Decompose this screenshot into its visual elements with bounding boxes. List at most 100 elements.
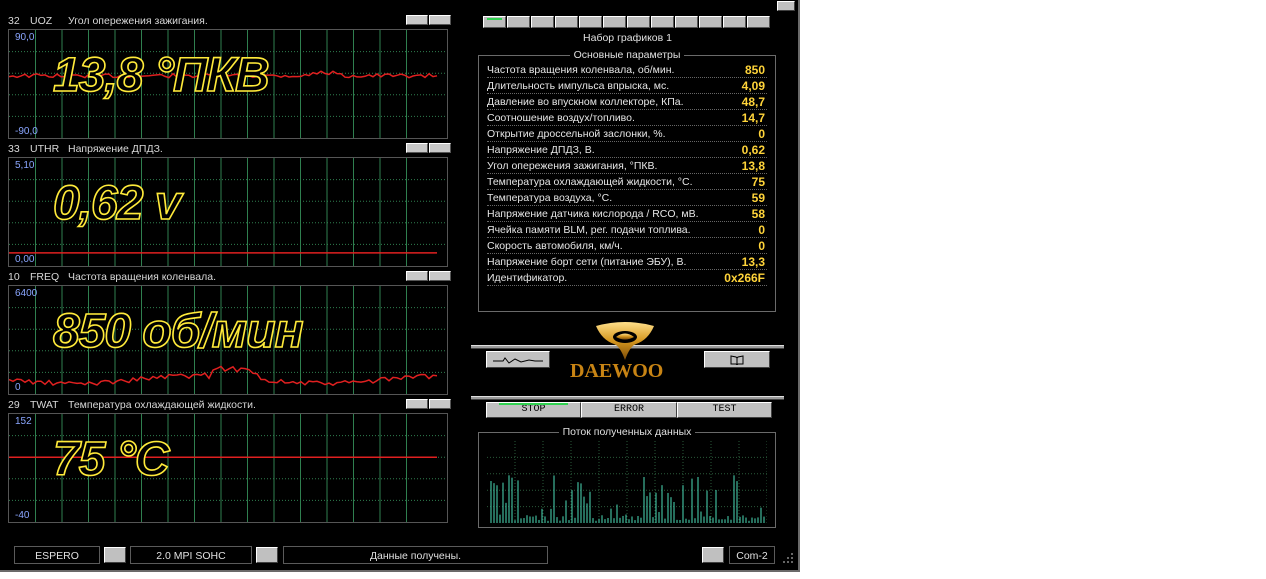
param-label: Частота вращения коленвала, об/мин.	[487, 64, 675, 76]
waveform-icon	[493, 357, 543, 364]
param-row: Ячейка памяти BLM, рег. подачи топлива. 0	[487, 223, 767, 239]
gauge-config-button[interactable]	[406, 15, 428, 25]
gauge-header: 10 FREQ Частота вращения коленвала.	[4, 270, 452, 284]
y-min-label: 0	[15, 382, 21, 393]
gauge-big-value: 0,62 v	[52, 176, 182, 231]
param-row: Соотношение воздух/топливо. 14,7	[487, 111, 767, 127]
param-value: 48,7	[741, 95, 765, 109]
graph-set-button-9[interactable]	[675, 16, 698, 28]
graph-set-button-12[interactable]	[747, 16, 770, 28]
param-label: Скорость автомобиля, км/ч.	[487, 240, 623, 252]
graph-set-button-4[interactable]	[555, 16, 578, 28]
data-stream-title: Поток полученных данных	[558, 426, 696, 438]
graph-set-button-10[interactable]	[699, 16, 722, 28]
gauge-uoz: 32 UOZ Угол опережения зажигания. 90,0 -90,0…	[4, 14, 452, 142]
param-value: 75	[751, 175, 765, 189]
status-message: Данные получены.	[283, 546, 548, 564]
gauge-scale-button[interactable]	[429, 399, 451, 409]
graph-set-button-6[interactable]	[603, 16, 626, 28]
gauge-plot: 90,0 -90,0 13,8 °ПКВ	[8, 29, 448, 139]
param-row: Идентификатор. 0x266F	[487, 271, 767, 287]
param-value: 0	[758, 127, 765, 141]
gauge-big-value: 850 об/мин	[52, 304, 304, 359]
gauge-id: 10	[8, 271, 20, 283]
param-label: Идентификатор.	[487, 272, 568, 284]
param-label: Длительность импульса впрыска, мс.	[487, 80, 670, 92]
param-row: Напряжение борт сети (питание ЭБУ), В. 13…	[487, 255, 767, 271]
stop-button[interactable]: STOP	[486, 402, 581, 418]
param-label: Температура воздуха, °С.	[487, 192, 613, 204]
gauge-plot: 6400 0 850 об/мин	[8, 285, 448, 395]
gauge-scale-button[interactable]	[429, 15, 451, 25]
y-min-label: 0,00	[15, 254, 35, 265]
param-row: Температура охлаждающей жидкости, °С. 75	[487, 175, 767, 191]
param-row: Частота вращения коленвала, об/мин. 850	[487, 63, 767, 79]
param-label: Температура охлаждающей жидкости, °С.	[487, 176, 693, 188]
gauge-id: 29	[8, 399, 20, 411]
test-button[interactable]: TEST	[677, 402, 772, 418]
graph-set-button-11[interactable]	[723, 16, 746, 28]
gauge-code: TWAT	[30, 399, 59, 411]
engine-select-button[interactable]	[256, 547, 278, 563]
gauge-name: Температура охлаждающей жидкости.	[68, 399, 256, 411]
gauge-plot: 152 -40 75 °C	[8, 413, 448, 523]
gauge-plot: 5,10 0,00 0,62 v	[8, 157, 448, 267]
error-button[interactable]: ERROR	[581, 402, 677, 418]
param-row: Давление во впускном коллекторе, КПа. 48,…	[487, 95, 767, 111]
gauge-config-button[interactable]	[406, 399, 428, 409]
y-max-label: 6400	[15, 288, 38, 299]
gauge-name: Напряжение ДПДЗ.	[68, 143, 163, 155]
graph-set-button-7[interactable]	[627, 16, 650, 28]
gauge-name: Частота вращения коленвала.	[68, 271, 216, 283]
stop-active-indicator	[499, 403, 568, 405]
resize-grip-icon[interactable]	[781, 551, 795, 565]
gauge-header: 32 UOZ Угол опережения зажигания.	[4, 14, 452, 28]
manual-button[interactable]	[704, 351, 770, 368]
param-value: 13,8	[741, 159, 765, 173]
gauge-id: 33	[8, 143, 20, 155]
book-icon	[730, 355, 744, 366]
graph-set-button-1[interactable]	[483, 16, 506, 28]
graph-toggle-button[interactable]	[486, 351, 550, 368]
stop-button-label: STOP	[521, 404, 546, 415]
car-select-button[interactable]	[104, 547, 126, 563]
param-value: 0	[758, 239, 765, 253]
test-button-label: TEST	[712, 404, 737, 415]
gauge-freq: 10 FREQ Частота вращения коленвала. 6400 0 85…	[4, 270, 452, 398]
param-value: 14,7	[741, 111, 765, 125]
y-min-label: -90,0	[15, 126, 38, 137]
graph-set-button-5[interactable]	[579, 16, 602, 28]
daewoo-logo: DAEWOO	[560, 320, 690, 386]
param-value: 59	[751, 191, 765, 205]
status-port: Com-2	[729, 546, 775, 564]
gauge-header: 29 TWAT Температура охлаждающей жидкости.	[4, 398, 452, 412]
param-value: 4,09	[741, 79, 765, 93]
param-label: Напряжение борт сети (питание ЭБУ), В.	[487, 256, 687, 268]
graph-set-button-8[interactable]	[651, 16, 674, 28]
gauge-config-button[interactable]	[406, 271, 428, 281]
daewoo-logo-text: DAEWOO	[570, 360, 664, 382]
daewoo-emblem-icon	[596, 322, 654, 360]
graph-set-button-2[interactable]	[507, 16, 530, 28]
param-value: 850	[744, 63, 765, 77]
gauge-scale-button[interactable]	[429, 143, 451, 153]
gauge-config-button[interactable]	[406, 143, 428, 153]
param-row: Угол опережения зажигания, °ПКВ. 13,8	[487, 159, 767, 175]
gauge-scale-button[interactable]	[429, 271, 451, 281]
param-label: Открытие дроссельной заслонки, %.	[487, 128, 666, 140]
separator-bottom	[471, 396, 784, 400]
y-max-label: 5,10	[15, 160, 35, 171]
param-row: Напряжение ДПДЗ, В. 0,62	[487, 143, 767, 159]
status-engine: 2.0 MPI SOHC	[130, 546, 252, 564]
graph-set-title: Набор графиков 1	[583, 32, 672, 44]
app-window: 32 UOZ Угол опережения зажигания. 90,0 -90,0…	[0, 0, 800, 572]
param-label: Ячейка памяти BLM, рег. подачи топлива.	[487, 224, 691, 236]
graph-set-button-3[interactable]	[531, 16, 554, 28]
param-row: Напряжение датчика кислорода / RCO, мВ. 5…	[487, 207, 767, 223]
param-label: Напряжение ДПДЗ, В.	[487, 144, 595, 156]
window-scroll-up-button[interactable]	[777, 1, 795, 11]
param-value: 58	[751, 207, 765, 221]
status-car: ESPERO	[14, 546, 100, 564]
data-stream-panel: Поток полученных данных	[478, 426, 776, 528]
port-select-button[interactable]	[702, 547, 724, 563]
